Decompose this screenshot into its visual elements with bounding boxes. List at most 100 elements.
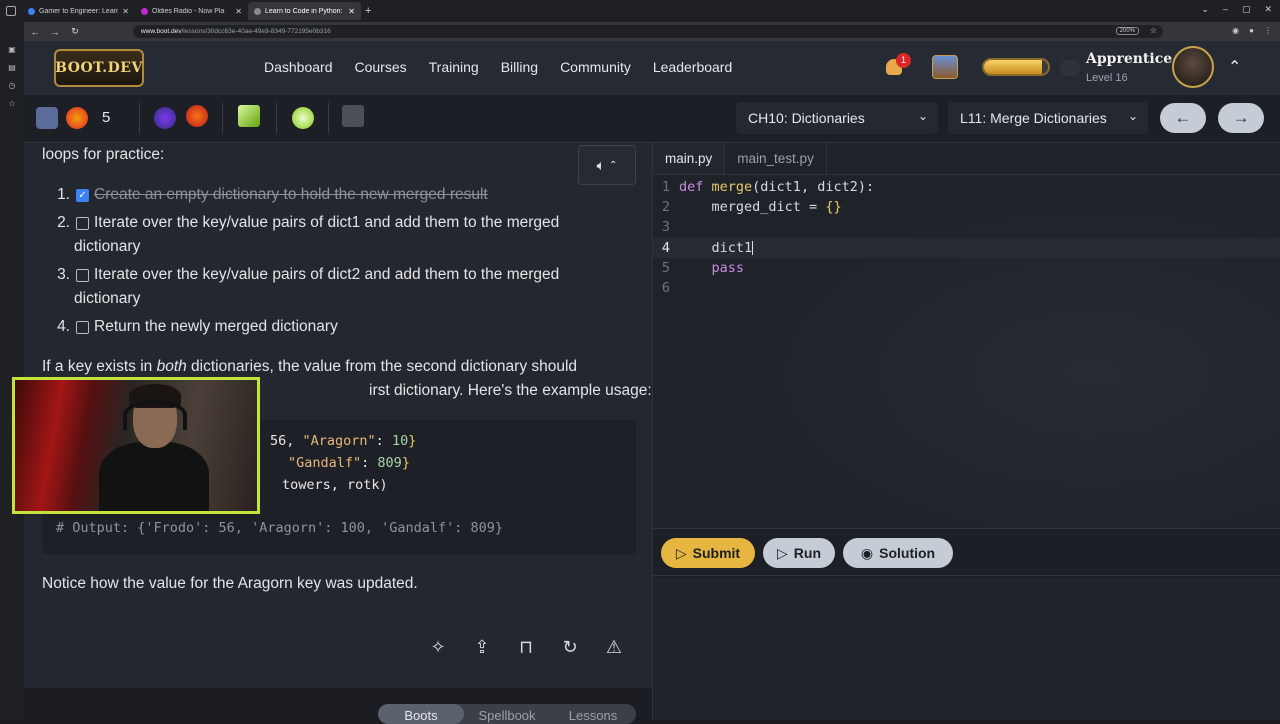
rank-shield-icon[interactable] — [36, 107, 58, 129]
code-line: 3 — [661, 219, 670, 236]
nav-courses[interactable]: Courses — [355, 59, 407, 75]
nav-leaderboard[interactable]: Leaderboard — [653, 59, 732, 75]
report-warning-icon[interactable]: ⚠ — [602, 637, 626, 658]
menu-icon[interactable]: ⋮ — [1264, 26, 1272, 35]
main-nav: Dashboard Courses Training Billing Commu… — [264, 59, 732, 75]
browser-tab-active[interactable]: Learn to Code in Python: l ✕ — [248, 2, 361, 20]
tab-main-test-py[interactable]: main_test.py — [725, 143, 827, 174]
step-item: 2. Iterate over the key/value pairs of d… — [57, 214, 560, 255]
chevron-down-icon: ⌄ — [1127, 109, 1138, 123]
step-checkbox[interactable] — [76, 269, 89, 282]
window-controls: ⌄ – ▢ ✕ — [1201, 4, 1272, 15]
step-item: 1. ✓ Create an empty dictionary to hold … — [57, 186, 488, 203]
window-menu-icon[interactable] — [6, 6, 16, 16]
chest-locked-icon[interactable] — [342, 105, 364, 127]
sidebar-feed-icon[interactable]: ▤ — [0, 59, 24, 77]
refresh-icon[interactable]: ↻ — [558, 637, 582, 658]
xp-progress-fill — [984, 60, 1042, 74]
step-checkbox[interactable]: ✓ — [76, 189, 89, 202]
address-toolbar: ← → ↻ www.boot.dev/lessons/30dcc63e-40ae… — [0, 22, 1280, 41]
sidebar-bookmarks-icon[interactable]: ☆ — [0, 95, 24, 113]
chevron-down-icon: ⌄ — [917, 109, 928, 123]
treasure-chest-icon[interactable] — [932, 55, 958, 79]
potion-dark-icon[interactable] — [154, 107, 176, 129]
bottom-tab-bar: Boots Spellbook Lessons — [378, 704, 636, 724]
step-checkbox[interactable] — [76, 321, 89, 334]
divider — [276, 103, 277, 133]
bookmark-star-icon[interactable]: ☆ — [1150, 26, 1157, 35]
sidebar-history-icon[interactable]: ◷ — [0, 77, 24, 95]
tab-lessons[interactable]: Lessons — [550, 704, 636, 724]
potion-icon[interactable] — [292, 107, 314, 129]
notification-count-badge: 1 — [896, 53, 911, 68]
sidebar-tabs-icon[interactable]: ▣ — [0, 41, 24, 59]
zoom-indicator[interactable]: 200% — [1115, 27, 1139, 35]
submit-button[interactable]: ▷ Submit — [661, 538, 755, 568]
nav-billing[interactable]: Billing — [501, 59, 538, 75]
browser-tab[interactable]: Oldies Radio - Now Pla ✕ — [135, 2, 248, 20]
chevron-up-icon[interactable]: ⌃ — [1228, 57, 1241, 77]
lesson-select[interactable]: L11: Merge Dictionaries ⌄ — [948, 102, 1148, 134]
lesson-actions: ✧ ⇪ ⊓ ↻ ⚠ — [426, 637, 626, 658]
editor-action-bar: ▷ Submit ▷ Run ◉ Solution — [653, 528, 1280, 576]
audio-toggle-button[interactable]: 🔈︎ ⌃ — [578, 145, 636, 185]
bootdev-logo[interactable]: BOOT.DEV — [54, 49, 144, 87]
solution-button[interactable]: ◉ Solution — [843, 538, 953, 568]
code-area[interactable]: 1 def merge(dict1, dict2): 2 merged_dict … — [653, 177, 1280, 298]
tab-main-py[interactable]: main.py — [653, 143, 726, 174]
code-line: 56, "Aragorn": 10} — [270, 433, 417, 449]
chapter-select[interactable]: CH10: Dictionaries ⌄ — [736, 102, 938, 134]
lesson-paragraph-cont: irst dictionary. Here's the example usag… — [369, 382, 652, 399]
minimize-icon[interactable]: – — [1223, 4, 1228, 15]
sword-icon[interactable] — [238, 105, 260, 127]
new-tab-icon[interactable]: + — [365, 5, 371, 17]
code-line: towers, rotk) — [282, 477, 388, 493]
browser-sidebar: ▣ ▤ ◷ ☆ — [0, 22, 24, 720]
nav-community[interactable]: Community — [560, 59, 631, 75]
reload-icon[interactable]: ↻ — [68, 26, 82, 37]
close-tab-icon[interactable]: ✕ — [122, 7, 129, 16]
arrow-left-icon: ← — [1174, 108, 1192, 127]
extension-icon[interactable]: ◉ — [1232, 26, 1239, 35]
back-icon[interactable]: ← — [28, 27, 42, 37]
notifications-bell-icon[interactable]: 1 — [886, 53, 911, 77]
chevron-up-icon: ⌃ — [609, 159, 618, 171]
tab-boots[interactable]: Boots — [378, 704, 464, 724]
code-line: 5 pass — [661, 259, 745, 276]
code-line: 1 def merge(dict1, dict2): — [661, 179, 875, 195]
output-console — [653, 577, 1280, 720]
tab-search-icon[interactable]: ⌄ — [1201, 4, 1209, 15]
nav-training[interactable]: Training — [429, 59, 479, 75]
streak-icon[interactable] — [66, 107, 88, 129]
browser-tab[interactable]: Gamer to Engineer: Learni ✕ — [22, 2, 135, 20]
maximize-icon[interactable]: ▢ — [1242, 4, 1251, 15]
forward-icon[interactable]: → — [48, 27, 62, 37]
tab-spellbook[interactable]: Spellbook — [464, 704, 550, 724]
webcam-person-body — [99, 442, 209, 511]
code-line-current: 4 dict1 — [653, 237, 1280, 258]
arrow-right-icon: → — [1232, 108, 1250, 127]
fire-icon[interactable] — [186, 105, 208, 127]
file-tabs: main.py main_test.py — [653, 143, 1280, 175]
speaker-icon: 🔈︎ — [596, 156, 605, 173]
wand-icon[interactable]: ✧ — [426, 637, 450, 658]
profile-icon[interactable]: ● — [1249, 26, 1254, 35]
user-rank: Apprentice — [1086, 51, 1173, 67]
next-lesson-button[interactable]: → — [1218, 103, 1264, 133]
divider — [328, 103, 329, 133]
step-checkbox[interactable] — [76, 217, 89, 230]
run-button[interactable]: ▷ Run — [763, 538, 835, 568]
url-input[interactable]: www.boot.dev/lessons/30dcc63e-40ae-49e9-… — [133, 25, 1163, 38]
close-tab-icon[interactable]: ✕ — [235, 7, 242, 16]
lesson-intro: loops for practice: — [42, 146, 165, 163]
close-tab-icon[interactable]: ✕ — [348, 7, 355, 16]
code-editor[interactable]: main.py main_test.py 1 def merge(dict1, d… — [653, 143, 1280, 528]
code-line: "Gandalf": 809} — [288, 455, 410, 471]
xp-secondary-bar — [1060, 60, 1080, 76]
avatar[interactable] — [1172, 46, 1214, 88]
previous-lesson-button[interactable]: ← — [1160, 103, 1206, 133]
close-window-icon[interactable]: ✕ — [1264, 4, 1272, 15]
nav-dashboard[interactable]: Dashboard — [264, 59, 333, 75]
bookmark-icon[interactable]: ⊓ — [514, 637, 538, 658]
share-icon[interactable]: ⇪ — [470, 637, 494, 658]
